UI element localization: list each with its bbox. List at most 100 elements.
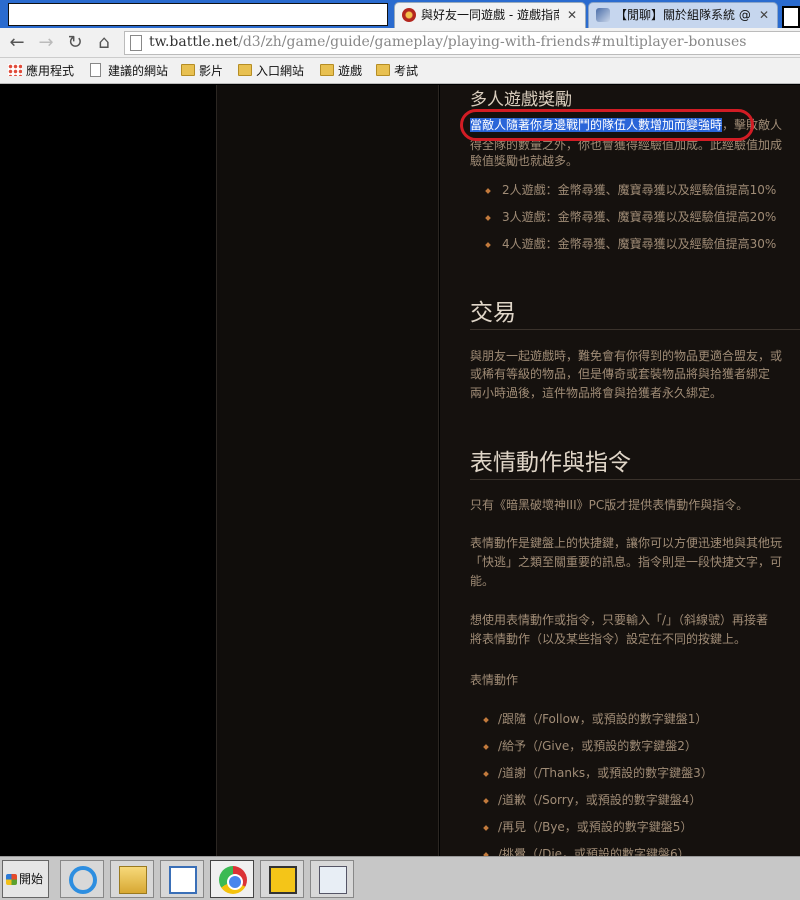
- chrome-icon: [219, 866, 247, 894]
- start-label: 開始: [19, 872, 44, 886]
- section-title-emotes: 表情動作與指令: [470, 450, 631, 476]
- bookmark-apps[interactable]: 應用程式: [8, 62, 74, 80]
- bookmark-folder-videos[interactable]: 影片: [181, 62, 223, 80]
- bullet-icon: [483, 770, 489, 777]
- emote-subheading: 表情動作: [470, 673, 519, 687]
- browser-toolbar: ← → ↻ ⌂ tw.battle.net/d3/zh/game/guide/g…: [0, 28, 800, 58]
- bonus-line-3: 驗值獎勵也就越多。: [470, 154, 579, 168]
- section-divider: [470, 479, 800, 480]
- list-item: /跟隨（/Follow，或預設的數字鍵盤1）: [483, 710, 708, 727]
- emote-paragraph-2-line: 表情動作是鍵盤上的快捷鍵，讓你可以方便迅速地與其他玩: [470, 536, 783, 550]
- list-item-text: /跟隨（/Follow，或預設的數字鍵盤1）: [498, 712, 708, 726]
- emote-paragraph-1: 只有《暗黑破壞神III》PC版才提供表情動作與指令。: [470, 498, 749, 512]
- trade-line: 與朋友一起遊戲時，難免會有你得到的物品更適合盟友，或: [470, 349, 783, 363]
- emote-paragraph-3-line: 將表情動作（以及某些指令）設定在不同的按鍵上。: [470, 632, 747, 646]
- bookmarks-bar: 應用程式 建議的網站 影片 入口網站 遊戲 考試: [0, 58, 800, 84]
- trade-line: 兩小時過後，這件物品將會與拾獲者永久綁定。: [470, 386, 723, 400]
- bullet-icon: [483, 743, 489, 750]
- bookmark-suggested-sites[interactable]: 建議的網站: [90, 62, 168, 80]
- list-item-text: 3人遊戲：金幣尋獲、魔寶尋獲以及經驗值提高20%: [502, 210, 777, 224]
- close-tab-icon[interactable]: ✕: [759, 3, 769, 27]
- yellow-app-icon: [269, 866, 297, 894]
- list-item: /再見（/Bye，或預設的數字鍵盤5）: [483, 818, 693, 835]
- list-item-text: /給予（/Give，或預設的數字鍵盤2）: [498, 739, 697, 753]
- emote-paragraph-2-line: 能。: [470, 574, 495, 588]
- back-icon[interactable]: ←: [6, 32, 28, 54]
- emote-paragraph-3-line: 想使用表情動作或指令，只要輸入「/」（斜線號）再接著: [470, 613, 769, 627]
- page-icon: [90, 63, 101, 77]
- list-item-text: 4人遊戲：金幣尋獲、魔寶尋獲以及經驗值提高30%: [502, 237, 777, 251]
- list-item-text: /道謝（/Thanks，或預設的數字鍵盤3）: [498, 766, 713, 780]
- url-host: tw.battle.net: [149, 34, 239, 50]
- taskbar-chrome[interactable]: [210, 860, 254, 898]
- start-button[interactable]: 開始: [2, 860, 49, 898]
- bullet-icon: [483, 797, 489, 804]
- file-explorer-icon: [119, 866, 147, 894]
- media-player-icon: [169, 866, 197, 894]
- internet-explorer-icon: [69, 866, 97, 894]
- folder-icon: [238, 64, 252, 76]
- tab-strip: 與好友一同遊戲 - 遊戲指南 ✕ 【閒聊】關於組隊系統 @ ✕: [0, 0, 800, 28]
- list-item-text: /道歉（/Sorry，或預設的數字鍵盤4）: [498, 793, 702, 807]
- taskbar-file-explorer[interactable]: [110, 860, 154, 898]
- list-item: /給予（/Give，或預設的數字鍵盤2）: [483, 737, 697, 754]
- annotation-circle: [460, 109, 754, 141]
- list-item-text: /再見（/Bye，或預設的數字鍵盤5）: [498, 820, 693, 834]
- taskbar-internet-explorer[interactable]: [60, 860, 104, 898]
- taskbar-yellow-app[interactable]: [260, 860, 304, 898]
- list-item: /挑釁（/Die，或預設的數字鍵盤6）: [483, 845, 690, 856]
- home-icon[interactable]: ⌂: [93, 32, 115, 54]
- reload-icon[interactable]: ↻: [64, 32, 86, 54]
- bullet-icon: [485, 241, 491, 248]
- url-path: /d3/zh/game/guide/gameplay/playing-with-…: [238, 34, 747, 50]
- calculator-icon: [319, 866, 347, 894]
- list-item: 3人遊戲：金幣尋獲、魔寶尋獲以及經驗值提高20%: [485, 208, 777, 225]
- bookmark-folder-portals[interactable]: 入口網站: [238, 62, 304, 80]
- list-item: /道歉（/Sorry，或預設的數字鍵盤4）: [483, 791, 702, 808]
- taskbar-media-player[interactable]: [160, 860, 204, 898]
- list-item-text: 2人遊戲：金幣尋獲、魔寶尋獲以及經驗值提高10%: [502, 183, 777, 197]
- forward-icon[interactable]: →: [35, 32, 57, 54]
- bookmark-label: 遊戲: [338, 64, 363, 78]
- list-item-text: /挑釁（/Die，或預設的數字鍵盤6）: [498, 847, 690, 856]
- forum-favicon-icon: [596, 8, 610, 22]
- diablo-favicon-icon: [402, 8, 416, 22]
- tab-title: 【閒聊】關於組隊系統 @: [615, 8, 751, 22]
- list-item: 4人遊戲：金幣尋獲、魔寶尋獲以及經驗值提高30%: [485, 235, 777, 252]
- emote-paragraph-2-line: 「快逃」之類至關重要的訊息。指令則是一段快捷文字，可: [470, 555, 783, 569]
- list-item: 2人遊戲：金幣尋獲、魔寶尋獲以及經驗值提高10%: [485, 181, 777, 198]
- bullet-icon: [483, 716, 489, 723]
- bullet-icon: [485, 187, 491, 194]
- folder-icon: [320, 64, 334, 76]
- bookmark-label: 入口網站: [256, 64, 305, 78]
- blank-region: [8, 3, 388, 26]
- apps-grid-icon: [8, 64, 22, 76]
- list-item: /道謝（/Thanks，或預設的數字鍵盤3）: [483, 764, 713, 781]
- bullet-icon: [483, 824, 489, 831]
- web-page: 多人遊戲獎勵 當敵人隨著你身邊戰鬥的隊伍人數增加而變強時，擊敗敵人 得全隊的數量…: [0, 85, 800, 856]
- windows-flag-icon: [6, 874, 17, 885]
- windows-taskbar: 開始: [0, 856, 800, 900]
- tab-forum-thread[interactable]: 【閒聊】關於組隊系統 @ ✕: [588, 2, 778, 28]
- close-tab-icon[interactable]: ✕: [567, 3, 577, 27]
- section-title-multiplayer-bonus: 多人遊戲獎勵: [470, 90, 572, 110]
- page-icon: [130, 35, 142, 51]
- bookmark-folder-games[interactable]: 遊戲: [320, 62, 362, 80]
- folder-icon: [181, 64, 195, 76]
- bookmark-label: 考試: [394, 64, 419, 78]
- section-title-trade: 交易: [470, 300, 516, 326]
- bullet-icon: [485, 214, 491, 221]
- bookmark-label: 應用程式: [26, 64, 75, 78]
- bookmark-folder-exams[interactable]: 考試: [376, 62, 418, 80]
- trade-line: 或稀有等級的物品，但是傳奇或套裝物品將與拾獲者綁定: [470, 367, 771, 381]
- tab-playing-with-friends[interactable]: 與好友一同遊戲 - 遊戲指南 ✕: [394, 2, 586, 28]
- section-divider: [470, 329, 800, 330]
- tab-title: 與好友一同遊戲 - 遊戲指南: [421, 8, 559, 22]
- address-bar[interactable]: tw.battle.net/d3/zh/game/guide/gameplay/…: [124, 31, 800, 55]
- folder-icon: [376, 64, 390, 76]
- window-edge-box: [782, 6, 800, 28]
- url-text: tw.battle.net/d3/zh/game/guide/gameplay/…: [149, 34, 746, 50]
- bookmark-label: 影片: [199, 64, 224, 78]
- bookmark-label: 建議的網站: [108, 64, 169, 78]
- taskbar-calculator[interactable]: [310, 860, 354, 898]
